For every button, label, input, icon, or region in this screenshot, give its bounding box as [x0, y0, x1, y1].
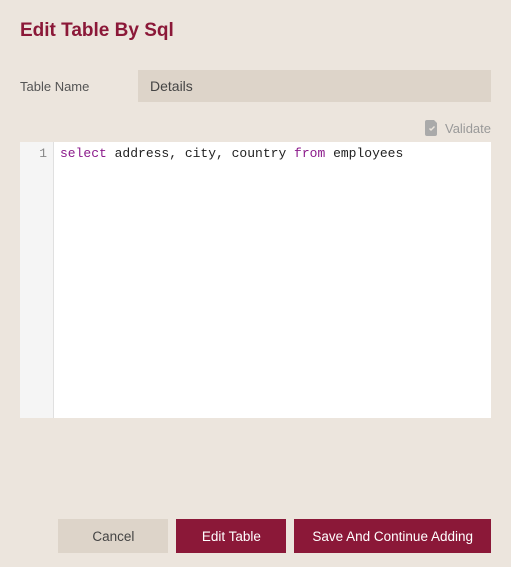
table-name-row: Table Name [20, 70, 491, 102]
page-title: Edit Table By Sql [20, 20, 491, 42]
line-number: 1 [20, 146, 47, 161]
sql-editor[interactable]: 1 select address, city, country from emp… [20, 142, 491, 418]
cancel-button[interactable]: Cancel [58, 519, 168, 553]
validate-button[interactable]: Validate [445, 121, 491, 136]
sql-text: employees [325, 146, 403, 161]
table-name-label: Table Name [20, 79, 138, 94]
line-number-gutter: 1 [20, 142, 54, 418]
sql-keyword: from [294, 146, 325, 161]
footer-buttons: Cancel Edit Table Save And Continue Addi… [0, 507, 511, 567]
edit-table-button[interactable]: Edit Table [176, 519, 286, 553]
sql-keyword: select [60, 146, 107, 161]
sql-text: address, city, country [107, 146, 294, 161]
save-continue-button[interactable]: Save And Continue Adding [294, 519, 491, 553]
table-name-input[interactable] [138, 70, 491, 102]
sql-code[interactable]: select address, city, country from emplo… [54, 142, 491, 418]
validate-icon [425, 120, 439, 136]
